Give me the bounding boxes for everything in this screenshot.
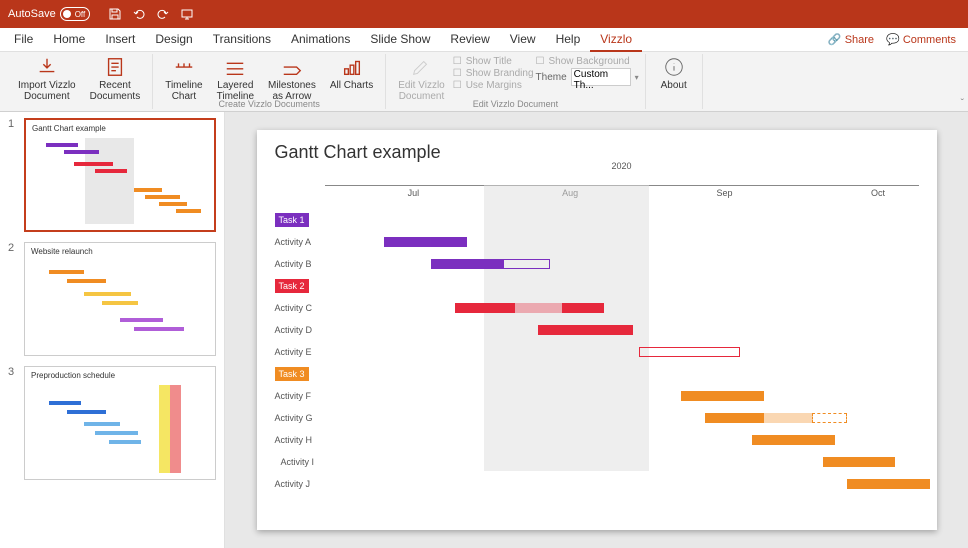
autosave-label: AutoSave [8,8,56,20]
slide-thumbnail[interactable]: 1Gantt Chart example [8,118,216,232]
gantt-bar [812,413,848,423]
gantt-bar [847,479,930,489]
gantt-row: Activity A [275,231,919,253]
activity-label: Activity D [275,325,319,335]
present-icon[interactable] [180,7,194,21]
activity-label: Activity B [275,259,319,269]
titlebar: AutoSave Off [0,0,968,28]
activity-label: Activity H [275,435,319,445]
slide-thumbnail[interactable]: 3Preproduction schedule [8,366,216,480]
menu-file[interactable]: File [4,28,43,52]
gantt-bar [431,259,502,269]
share-button[interactable]: 🔗 Share [828,33,874,46]
gantt-year: 2020 [325,161,919,171]
menubar: FileHomeInsertDesignTransitionsAnimation… [0,28,968,52]
gantt-bar [752,435,835,445]
month-label: Oct [871,188,885,198]
redo-icon[interactable] [156,7,170,21]
workspace: 1Gantt Chart example2Website relaunch3Pr… [0,112,968,548]
activity-label: Activity A [275,237,319,247]
use-margins-checkbox: ☐ Use Margins [453,80,534,91]
gantt-bar [823,457,894,467]
activity-label: Activity J [275,479,319,489]
show-branding-checkbox: ☐ Show Branding [453,68,534,79]
import-vizzlo-button[interactable]: Import Vizzlo Document [12,54,82,109]
save-icon[interactable] [108,7,122,21]
collapse-ribbon-icon[interactable]: ˇ [961,98,964,109]
menu-transitions[interactable]: Transitions [203,28,281,52]
gantt-bar [431,237,467,247]
show-title-checkbox: ☐ Show Title [453,56,534,67]
month-label: Jul [408,188,420,198]
slide-thumbnail[interactable]: 2Website relaunch [8,242,216,356]
menu-view[interactable]: View [500,28,546,52]
menu-animations[interactable]: Animations [281,28,360,52]
activity-label: Activity G [275,413,319,423]
about-button[interactable]: About [652,54,696,109]
activity-label: Activity E [275,347,319,357]
show-background-checkbox: ☐ Show Background [536,56,639,67]
gantt-row: Activity J [275,473,919,495]
gantt-bar [764,413,812,423]
task-label: Task 3 [275,367,309,381]
gantt-bar [681,391,764,401]
menu-vizzlo[interactable]: Vizzlo [590,28,642,52]
slide-canvas[interactable]: Gantt Chart example 2020 JulAugSepOct Ta… [257,130,937,530]
menu-slide-show[interactable]: Slide Show [360,28,440,52]
menu-review[interactable]: Review [440,28,499,52]
task-label: Task 1 [275,213,309,227]
month-label: Sep [717,188,733,198]
chevron-down-icon[interactable]: ▾ [635,73,639,82]
quick-access-toolbar [108,7,194,21]
gantt-bar [515,303,563,313]
comments-button[interactable]: 💬 Comments [886,33,956,46]
gantt-bar [639,347,740,357]
menu-design[interactable]: Design [145,28,202,52]
gantt-bar [503,259,551,269]
gantt-row: Activity F [275,385,919,407]
gantt-bar [562,303,604,313]
theme-select[interactable]: Custom Th... [571,68,631,86]
gantt-bar [705,413,764,423]
slide-thumbnail-panel[interactable]: 1Gantt Chart example2Website relaunch3Pr… [0,112,225,548]
ribbon-group-edit-label: Edit Vizzlo Document [386,99,644,109]
recent-documents-button[interactable]: Recent Documents [84,54,147,109]
gantt-row: Activity G [275,407,919,429]
task-label: Task 2 [275,279,309,293]
gantt-row: Activity B [275,253,919,275]
slide-editor[interactable]: Gantt Chart example 2020 JulAugSepOct Ta… [225,112,968,548]
activity-label: Activity C [275,303,319,313]
slide-title: Gantt Chart example [275,142,919,163]
menu-insert[interactable]: Insert [95,28,145,52]
activity-label: Activity I [275,457,319,467]
gantt-bar [455,303,514,313]
menu-home[interactable]: Home [43,28,95,52]
gantt-bar [538,325,633,335]
undo-icon[interactable] [132,7,146,21]
gantt-row: Activity E [275,341,919,363]
gantt-row: Activity H [275,429,919,451]
gantt-row: Activity I [275,451,919,473]
menu-help[interactable]: Help [546,28,591,52]
gantt-chart: 2020 JulAugSepOct Task 1Activity AActivi… [275,175,919,495]
ribbon-group-create-label: Create Vizzlo Documents [153,99,385,109]
gantt-row: Activity C [275,297,919,319]
ribbon: Import Vizzlo Document Recent Documents … [0,52,968,112]
autosave-toggle[interactable]: AutoSave Off [8,7,90,21]
theme-label: Theme [536,72,567,83]
activity-label: Activity F [275,391,319,401]
gantt-row: Activity D [275,319,919,341]
autosave-switch[interactable]: Off [60,7,90,21]
